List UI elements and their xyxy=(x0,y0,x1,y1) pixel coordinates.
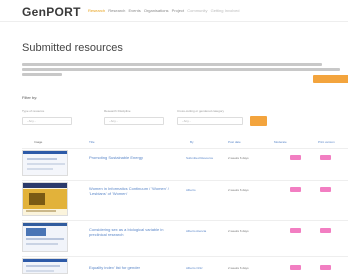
row-post-date: 2 weeks 6 days xyxy=(228,229,249,233)
select-value: - Any - xyxy=(109,119,118,123)
filter-type-select[interactable]: - Any - xyxy=(22,117,72,125)
row-divider xyxy=(22,180,348,181)
filter-discipline-select[interactable]: - Any - xyxy=(104,117,164,125)
site-header: GenPORT Research Research Events Organis… xyxy=(0,0,348,22)
row-print-button[interactable] xyxy=(320,155,331,160)
nav-item[interactable]: Project xyxy=(172,8,184,13)
row-thumbnail[interactable] xyxy=(22,182,68,216)
row-post-date: 2 weeks 6 days xyxy=(228,156,249,160)
row-divider xyxy=(22,220,348,221)
nav-item[interactable]: Events xyxy=(129,8,141,13)
row-title-link[interactable]: Equality index' list for gender xyxy=(89,265,181,270)
row-thumbnail[interactable] xyxy=(22,150,68,176)
nav-item[interactable]: Research xyxy=(108,8,125,13)
main-nav: Research Research Events Organisations P… xyxy=(88,8,242,13)
row-print-button[interactable] xyxy=(320,228,331,233)
select-value: - Any - xyxy=(27,119,36,123)
row-author-link[interactable]: Submitted Resource xyxy=(186,156,213,160)
nav-item[interactable]: Getting Involved xyxy=(211,8,240,13)
row-title-link[interactable]: Considering sex as a biological variable… xyxy=(89,227,181,237)
filter-title: Filter by: xyxy=(22,95,38,100)
row-post-date: 2 weeks 6 days xyxy=(228,266,249,270)
logo-text: GenPORT xyxy=(22,5,81,19)
submit-resource-button[interactable] xyxy=(313,75,348,83)
select-value: - Any - xyxy=(182,119,191,123)
header-divider xyxy=(22,148,348,149)
row-moderate-button[interactable] xyxy=(290,265,301,270)
genport-logo[interactable]: GenPORT xyxy=(22,5,81,19)
row-author-link[interactable]: Alberto Ortiz xyxy=(186,266,203,270)
intro-paragraph xyxy=(22,63,340,78)
filter-type-label: Type of resource xyxy=(22,109,45,113)
row-title-link[interactable]: Promoting Sustainable Energy xyxy=(89,155,179,160)
filter-discipline-label: Research Discipline xyxy=(104,109,131,113)
column-header-image: Image xyxy=(34,140,43,144)
filter-category-select[interactable]: - Any - xyxy=(177,117,243,125)
column-header-post-date[interactable]: Post date xyxy=(228,140,241,144)
row-post-date: 2 weeks 6 days xyxy=(228,188,249,192)
row-moderate-button[interactable] xyxy=(290,228,301,233)
apply-filter-button[interactable] xyxy=(250,116,267,126)
row-print-button[interactable] xyxy=(320,265,331,270)
row-moderate-button[interactable] xyxy=(290,155,301,160)
column-header-print[interactable]: Print version xyxy=(318,140,335,144)
app-window: GenPORT Research Research Events Organis… xyxy=(0,0,348,274)
row-print-button[interactable] xyxy=(320,187,331,192)
row-author-link[interactable]: Alberto Atencia xyxy=(186,229,206,233)
nav-item[interactable]: Organisations xyxy=(144,8,169,13)
row-divider xyxy=(22,256,348,257)
column-header-by[interactable]: By xyxy=(190,140,194,144)
row-thumbnail[interactable] xyxy=(22,258,68,274)
row-title-link[interactable]: Women in Informatics Continuum / 'Women'… xyxy=(89,186,181,196)
row-thumbnail[interactable] xyxy=(22,222,68,252)
nav-item[interactable]: Research xyxy=(88,8,105,13)
row-moderate-button[interactable] xyxy=(290,187,301,192)
nav-item[interactable]: Community xyxy=(187,8,207,13)
filter-category-label: Cross-cutting or gendered category xyxy=(177,109,225,113)
column-header-title[interactable]: Title xyxy=(89,140,95,144)
row-author-link[interactable]: Alberto xyxy=(186,188,196,192)
column-header-moderate[interactable]: Moderate xyxy=(274,140,287,144)
page-title: Submitted resources xyxy=(22,42,123,54)
